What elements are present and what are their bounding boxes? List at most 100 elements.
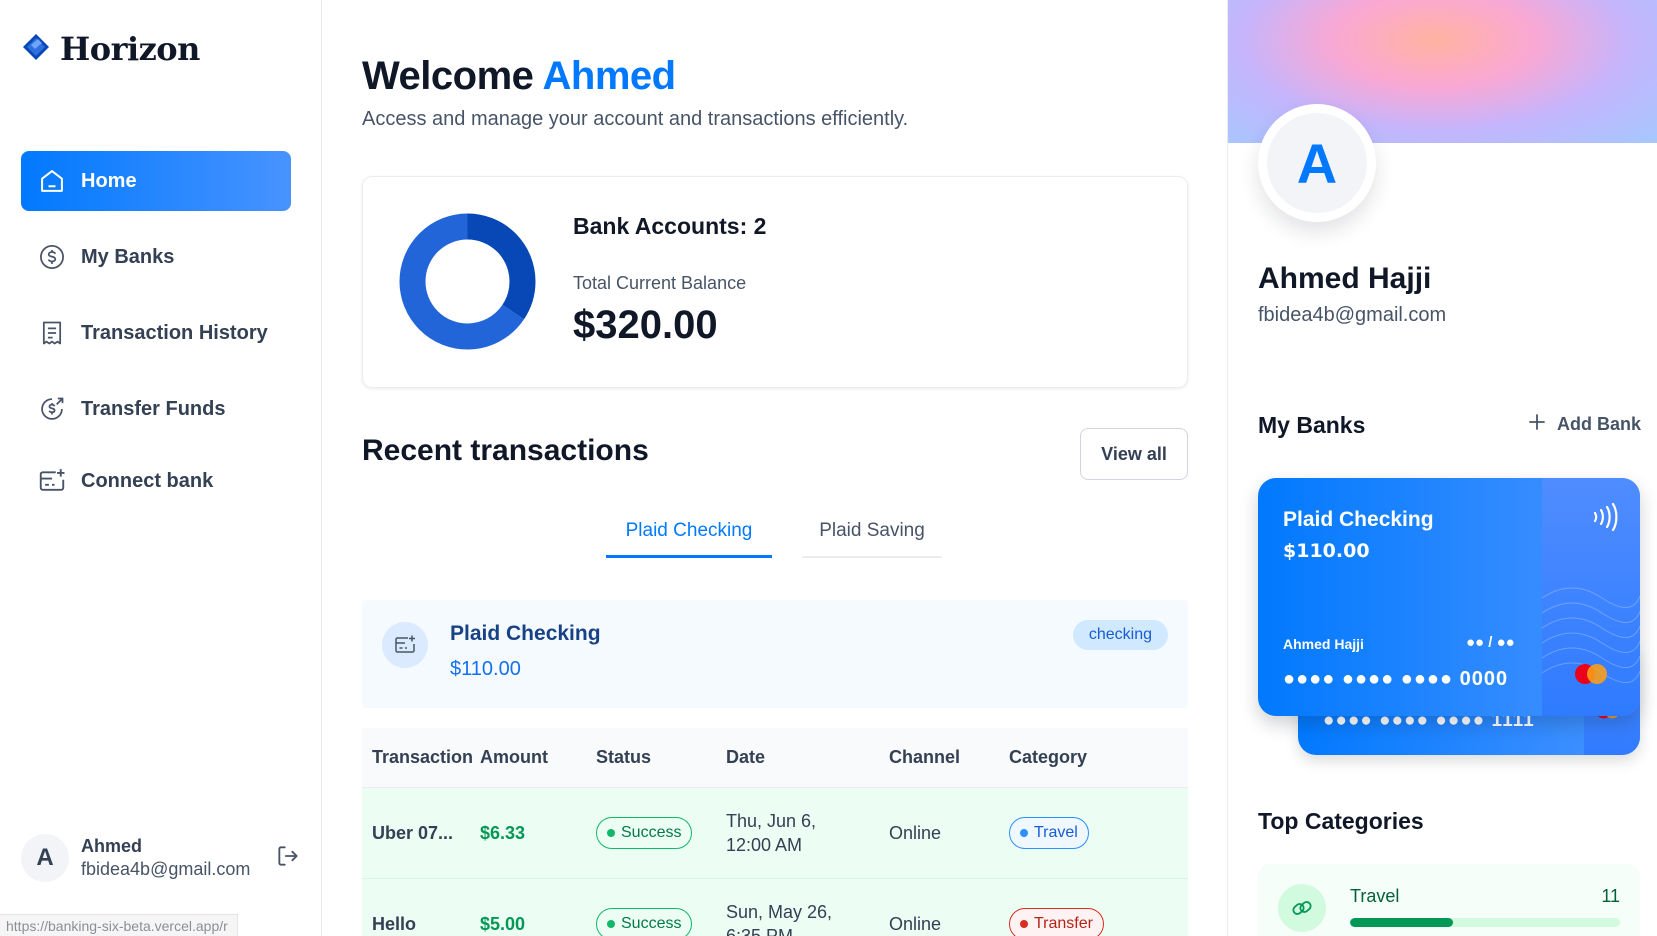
link-icon xyxy=(1278,884,1326,932)
category-progress-bar xyxy=(1350,918,1620,927)
account-balance: $110.00 xyxy=(450,658,521,680)
logo[interactable]: Horizon xyxy=(22,30,200,68)
profile-avatar-initial: A xyxy=(1267,113,1367,213)
card-expiry: ●● / ●● xyxy=(1466,634,1515,651)
avatar: A xyxy=(21,834,69,882)
sidebar-item-label: Transaction History xyxy=(81,321,268,344)
total-balance-card: Bank Accounts: 2 Total Current Balance $… xyxy=(362,176,1188,388)
total-balance-value: $320.00 xyxy=(573,303,718,347)
card-balance: $110.00 xyxy=(1283,540,1370,562)
welcome-text: Welcome xyxy=(362,54,534,98)
category-label: Travel xyxy=(1034,824,1078,841)
bank-accounts-count: Bank Accounts: 2 xyxy=(573,213,767,239)
category-cell: Transfer xyxy=(1009,908,1188,936)
page-subtitle: Access and manage your account and trans… xyxy=(362,108,909,130)
sidebar-item-transaction-history[interactable]: Transaction History xyxy=(21,303,291,363)
status-dot-icon xyxy=(607,829,615,837)
tab-plaid-checking[interactable]: Plaid Checking xyxy=(606,520,772,558)
contactless-icon xyxy=(1593,502,1618,532)
status-cell: Success xyxy=(596,817,726,849)
transaction-amount: $6.33 xyxy=(480,822,526,843)
card-number: ●●●● ●●●● ●●●● 0000 xyxy=(1283,668,1509,690)
column-header: Amount xyxy=(480,747,548,767)
page-title: Welcome Ahmed xyxy=(362,54,676,99)
column-header: Status xyxy=(596,747,652,767)
category-cell: Travel xyxy=(1009,817,1188,849)
logout-icon[interactable] xyxy=(275,843,301,874)
view-all-button[interactable]: View all xyxy=(1080,428,1188,480)
category-label: Transfer xyxy=(1034,915,1093,932)
date-day: Sun, May 26, xyxy=(726,901,833,922)
transaction-name: Hello xyxy=(372,913,417,934)
card-holder-name: Ahmed Hajji xyxy=(1283,636,1364,652)
status-badge: Success xyxy=(596,817,693,849)
status-label: Success xyxy=(621,824,682,841)
receipt-icon xyxy=(37,318,67,348)
bank-card[interactable]: Plaid Checking $110.00 Ahmed Hajji ●● / … xyxy=(1258,478,1640,716)
category-badge: Travel xyxy=(1009,817,1089,849)
category-dot-icon xyxy=(1020,829,1028,837)
mastercard-icon xyxy=(1575,664,1607,684)
transactions-table: Transaction Amount Status Date Channel C… xyxy=(362,728,1188,936)
logo-text: Horizon xyxy=(60,30,200,68)
status-bar-url: https://banking-six-beta.vercel.app/r xyxy=(0,914,238,936)
card-bank-name: Plaid Checking xyxy=(1283,508,1434,531)
main-content: Welcome Ahmed Access and manage your acc… xyxy=(322,0,1227,936)
my-banks-title: My Banks xyxy=(1258,412,1366,438)
category-badge: Transfer xyxy=(1009,908,1104,936)
date-time: 12:00 AM xyxy=(726,835,803,855)
total-balance-label: Total Current Balance xyxy=(573,273,747,293)
category-dot-icon xyxy=(1020,920,1028,928)
column-header: Transaction xyxy=(372,747,474,767)
category-progress-fill xyxy=(1350,918,1453,927)
dollar-circle-icon xyxy=(37,242,67,272)
column-header: Date xyxy=(726,747,766,767)
tab-plaid-saving[interactable]: Plaid Saving xyxy=(802,520,942,558)
profile-name: Ahmed Hajji xyxy=(1258,262,1432,295)
sidebar-item-label: Transfer Funds xyxy=(81,397,226,420)
column-header: Channel xyxy=(889,747,961,767)
money-send-icon xyxy=(37,394,67,424)
balance-donut-chart xyxy=(399,213,536,350)
date-day: Thu, Jun 6, xyxy=(726,810,817,831)
top-categories-title: Top Categories xyxy=(1258,808,1424,834)
transaction-date: Thu, Jun 6, 12:00 AM xyxy=(726,809,889,858)
sidebar-item-label: My Banks xyxy=(81,245,175,268)
transaction-channel: Online xyxy=(889,913,942,934)
category-name: Travel xyxy=(1350,886,1400,906)
add-bank-label: Add Bank xyxy=(1556,414,1641,434)
add-bank-button[interactable]: Add Bank xyxy=(1527,412,1641,437)
card-add-icon xyxy=(37,466,67,496)
table-header: Transaction Amount Status Date Channel C… xyxy=(362,728,1188,788)
sidebar-item-transfer-funds[interactable]: Transfer Funds xyxy=(21,379,291,439)
transaction-date: Sun, May 26, 6:35 PM xyxy=(726,900,889,936)
status-label: Success xyxy=(621,915,682,932)
profile-email: fbidea4b@gmail.com xyxy=(1258,304,1447,326)
sidebar-item-connect-bank[interactable]: Connect bank xyxy=(21,451,291,511)
sidebar-item-label: Connect bank xyxy=(81,469,214,492)
plus-icon xyxy=(1527,412,1547,437)
account-name: Plaid Checking xyxy=(450,622,601,645)
welcome-name: Ahmed xyxy=(542,54,677,98)
card-add-icon xyxy=(382,622,428,668)
recent-transactions-title: Recent transactions xyxy=(362,434,649,467)
app-root: Horizon Home My Banks Transaction Histor… xyxy=(0,0,1657,936)
sidebar-user: A Ahmed fbidea4b@gmail.com xyxy=(21,828,301,888)
table-row[interactable]: Hello $5.00 Success Sun, May 26, 6:35 PM … xyxy=(362,879,1188,936)
status-dot-icon xyxy=(607,920,615,928)
right-sidebar: A Ahmed Hajji fbidea4b@gmail.com My Bank… xyxy=(1227,0,1657,936)
category-count: 11 xyxy=(1601,886,1620,906)
date-time: 6:35 PM xyxy=(726,926,794,936)
horizon-logo-icon xyxy=(22,33,50,66)
status-cell: Success xyxy=(596,908,726,936)
sidebar-user-info: Ahmed fbidea4b@gmail.com xyxy=(81,836,263,880)
sidebar-user-email: fbidea4b@gmail.com xyxy=(81,859,251,879)
transaction-amount: $5.00 xyxy=(480,913,526,934)
account-type-badge: checking xyxy=(1072,620,1168,650)
home-icon xyxy=(37,166,67,196)
transaction-name: Uber 07... xyxy=(372,822,454,843)
sidebar-item-my-banks[interactable]: My Banks xyxy=(21,227,291,287)
sidebar-item-home[interactable]: Home xyxy=(21,151,291,211)
transaction-channel: Online xyxy=(889,822,942,843)
table-row[interactable]: Uber 07... $6.33 Success Thu, Jun 6, 12:0… xyxy=(362,788,1188,879)
